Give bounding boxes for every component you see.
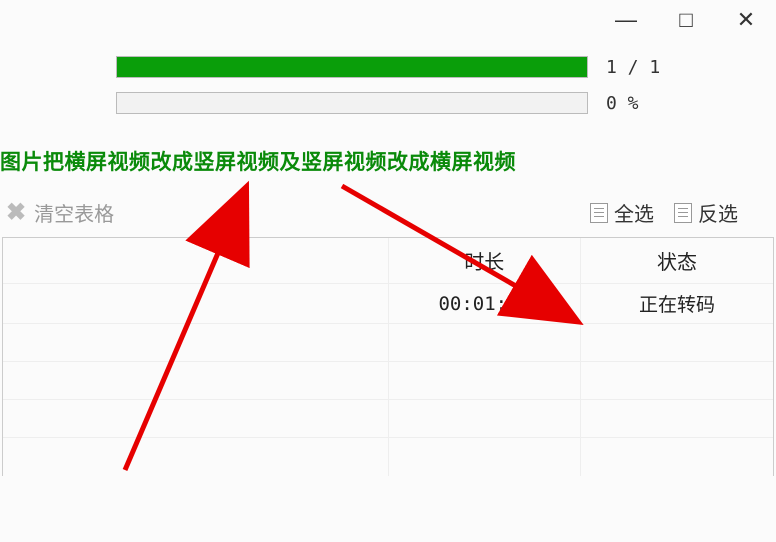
titlebar: — □ ✕ (596, 0, 776, 40)
table-header-status: 状态 (581, 238, 774, 284)
cell-duration (388, 438, 581, 476)
table-row[interactable] (3, 362, 773, 400)
table-header-duration: 时长 (388, 238, 581, 284)
table-header-row: 时长 状态 (3, 238, 773, 284)
close-button[interactable]: ✕ (716, 0, 776, 40)
select-all-button[interactable]: 全选 (590, 198, 654, 227)
cell-status (581, 362, 774, 400)
table-row[interactable]: 00:01:35 正在转码 (3, 284, 773, 324)
table-container: 时长 状态 00:01:35 正在转码 (2, 237, 774, 476)
table-row[interactable] (3, 324, 773, 362)
table-header-blank (3, 238, 388, 284)
document-icon (590, 203, 608, 223)
invert-selection-button[interactable]: 反选 (674, 198, 738, 227)
minimize-button[interactable]: — (596, 0, 656, 40)
cell-status (581, 324, 774, 362)
close-icon: ✖ (6, 198, 26, 227)
cell-duration (388, 400, 581, 438)
cell-duration (388, 324, 581, 362)
table-row[interactable] (3, 400, 773, 438)
progress-row-current: 0 % (116, 92, 666, 114)
progress-fill-overall (117, 57, 587, 77)
table-row[interactable] (3, 438, 773, 476)
invert-label: 反选 (698, 198, 738, 227)
document-icon (674, 203, 692, 223)
cell-status (581, 400, 774, 438)
maximize-button[interactable]: □ (656, 0, 716, 40)
select-all-label: 全选 (614, 198, 654, 227)
progress-label-current: 0 % (606, 93, 666, 114)
progress-bar-overall (116, 56, 588, 78)
cell-status: 正在转码 (581, 284, 774, 324)
cell-duration: 00:01:35 (388, 284, 581, 324)
file-table: 时长 状态 00:01:35 正在转码 (3, 238, 773, 476)
cell-status (581, 438, 774, 476)
progress-bar-current (116, 92, 588, 114)
app-window: — □ ✕ 1 / 1 0 % 图片把横屏视频改成竖屏视频及竖屏视频改成横屏视频… (0, 0, 776, 542)
clear-table-button[interactable]: 清空表格 (34, 198, 114, 227)
toolbar: ✖ 清空表格 全选 反选 (0, 176, 776, 237)
description-text: 图片把横屏视频改成竖屏视频及竖屏视频改成横屏视频 (0, 128, 776, 176)
progress-row-overall: 1 / 1 (116, 56, 666, 78)
progress-label-overall: 1 / 1 (606, 57, 666, 78)
cell-duration (388, 362, 581, 400)
